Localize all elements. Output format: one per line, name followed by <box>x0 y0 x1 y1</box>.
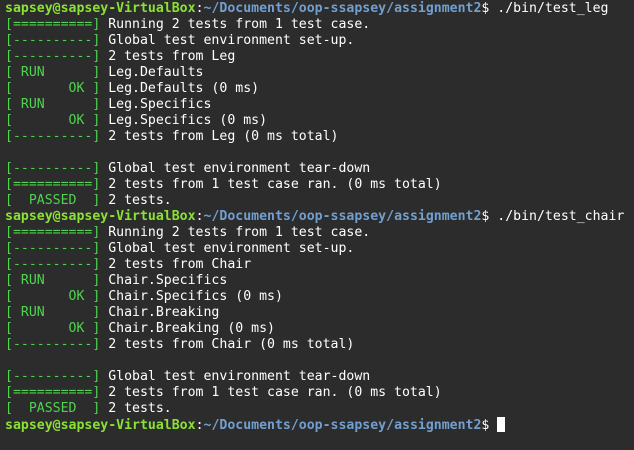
output-text: Leg.Defaults <box>100 65 204 80</box>
test-output-line: [----------] 2 tests from Chair (0 ms to… <box>5 337 634 353</box>
status-tag: [----------] <box>5 257 101 272</box>
prompt-line: sapsey@sapsey-VirtualBox:~/Documents/oop… <box>5 1 634 17</box>
output-text: Global test environment set-up. <box>100 241 355 256</box>
prompt-user: sapsey@sapsey-VirtualBox <box>5 1 196 16</box>
output-text: Leg.Specifics (0 ms) <box>100 113 268 128</box>
output-text: Chair.Breaking (0 ms) <box>100 321 275 336</box>
status-tag: [ RUN ] <box>5 97 101 112</box>
prompt-separator: : <box>195 1 204 16</box>
status-tag: [==========] <box>5 17 101 32</box>
status-tag: [ RUN ] <box>5 305 101 320</box>
output-text: Chair.Specifics (0 ms) <box>100 289 283 304</box>
test-output-line: [==========] Running 2 tests from 1 test… <box>5 17 634 33</box>
output-text: 2 tests from Leg <box>100 49 236 64</box>
status-tag: [----------] <box>5 241 101 256</box>
output-text: Running 2 tests from 1 test case. <box>100 17 371 32</box>
test-output-line: [==========] 2 tests from 1 test case ra… <box>5 177 634 193</box>
test-output-line: [ OK ] Leg.Defaults (0 ms) <box>5 81 634 97</box>
test-output-line: [----------] Global test environment set… <box>5 33 634 49</box>
prompt-path: ~/Documents/oop-ssapsey/assignment2 <box>203 209 482 224</box>
output-text: Running 2 tests from 1 test case. <box>100 225 371 240</box>
output-text: 2 tests. <box>100 193 172 208</box>
prompt-line: sapsey@sapsey-VirtualBox:~/Documents/oop… <box>5 209 634 225</box>
status-tag: [----------] <box>5 49 101 64</box>
status-tag: [ OK ] <box>5 81 101 96</box>
status-tag: [----------] <box>5 369 101 384</box>
output-text: Leg.Specifics <box>100 97 212 112</box>
output-text: Leg.Defaults (0 ms) <box>100 81 260 96</box>
test-output-line: [ PASSED ] 2 tests. <box>5 193 634 209</box>
status-tag: [ OK ] <box>5 113 101 128</box>
output-text: 2 tests from Leg (0 ms total) <box>100 129 339 144</box>
text-cursor[interactable] <box>497 417 506 432</box>
output-text: 2 tests from Chair <box>100 257 252 272</box>
test-output-line: [ OK ] Leg.Specifics (0 ms) <box>5 113 634 129</box>
status-tag: [----------] <box>5 161 101 176</box>
output-text: Chair.Specifics <box>100 273 228 288</box>
prompt-path: ~/Documents/oop-ssapsey/assignment2 <box>203 418 482 433</box>
test-output-line: [----------] 2 tests from Chair <box>5 257 634 273</box>
terminal-window[interactable]: sapsey@sapsey-VirtualBox:~/Documents/oop… <box>0 0 634 450</box>
test-output-line: [==========] Running 2 tests from 1 test… <box>5 225 634 241</box>
status-tag: [==========] <box>5 225 101 240</box>
prompt-separator: : <box>195 418 204 433</box>
output-text: 2 tests from 1 test case ran. (0 ms tota… <box>100 385 442 400</box>
test-output-line: [ RUN ] Leg.Specifics <box>5 97 634 113</box>
test-output-line: [ RUN ] Chair.Breaking <box>5 305 634 321</box>
status-tag: [----------] <box>5 33 101 48</box>
status-tag: [ RUN ] <box>5 65 101 80</box>
prompt-path: ~/Documents/oop-ssapsey/assignment2 <box>203 1 482 16</box>
prompt-symbol: $ <box>481 209 498 224</box>
status-tag: [ PASSED ] <box>5 193 101 208</box>
prompt-separator: : <box>195 209 204 224</box>
test-output-line: [ OK ] Chair.Breaking (0 ms) <box>5 321 634 337</box>
output-text: 2 tests from Chair (0 ms total) <box>100 337 355 352</box>
test-output-line: [----------] 2 tests from Leg (0 ms tota… <box>5 129 634 145</box>
status-tag: [----------] <box>5 129 101 144</box>
prompt-line: sapsey@sapsey-VirtualBox:~/Documents/oop… <box>5 417 634 433</box>
output-text: Global test environment set-up. <box>100 33 355 48</box>
output-text: Global test environment tear-down <box>100 369 371 384</box>
output-text: 2 tests. <box>100 401 172 416</box>
prompt-user: sapsey@sapsey-VirtualBox <box>5 209 196 224</box>
output-text: Global test environment tear-down <box>100 161 371 176</box>
prompt-symbol: $ <box>481 418 498 433</box>
output-text: 2 tests from 1 test case ran. (0 ms tota… <box>100 177 442 192</box>
test-output-line: [ RUN ] Chair.Specifics <box>5 273 634 289</box>
status-tag: [==========] <box>5 385 101 400</box>
test-output-line: [----------] Global test environment set… <box>5 241 634 257</box>
prompt-command: ./bin/test_leg <box>497 1 609 16</box>
test-output-line: [----------] Global test environment tea… <box>5 369 634 385</box>
status-tag: [==========] <box>5 177 101 192</box>
prompt-command: ./bin/test_chair <box>497 209 625 224</box>
test-output-line: [ PASSED ] 2 tests. <box>5 401 634 417</box>
status-tag: [ RUN ] <box>5 273 101 288</box>
test-output-line: [==========] 2 tests from 1 test case ra… <box>5 385 634 401</box>
status-tag: [ OK ] <box>5 289 101 304</box>
status-tag: [ OK ] <box>5 321 101 336</box>
test-output-line: [ RUN ] Leg.Defaults <box>5 65 634 81</box>
status-tag: [----------] <box>5 337 101 352</box>
prompt-user: sapsey@sapsey-VirtualBox <box>5 418 196 433</box>
test-output-line: [----------] Global test environment tea… <box>5 161 634 177</box>
status-tag: [ PASSED ] <box>5 401 101 416</box>
test-output-line: [----------] 2 tests from Leg <box>5 49 634 65</box>
prompt-symbol: $ <box>481 1 498 16</box>
test-output-line: [ OK ] Chair.Specifics (0 ms) <box>5 289 634 305</box>
output-text: Chair.Breaking <box>100 305 220 320</box>
